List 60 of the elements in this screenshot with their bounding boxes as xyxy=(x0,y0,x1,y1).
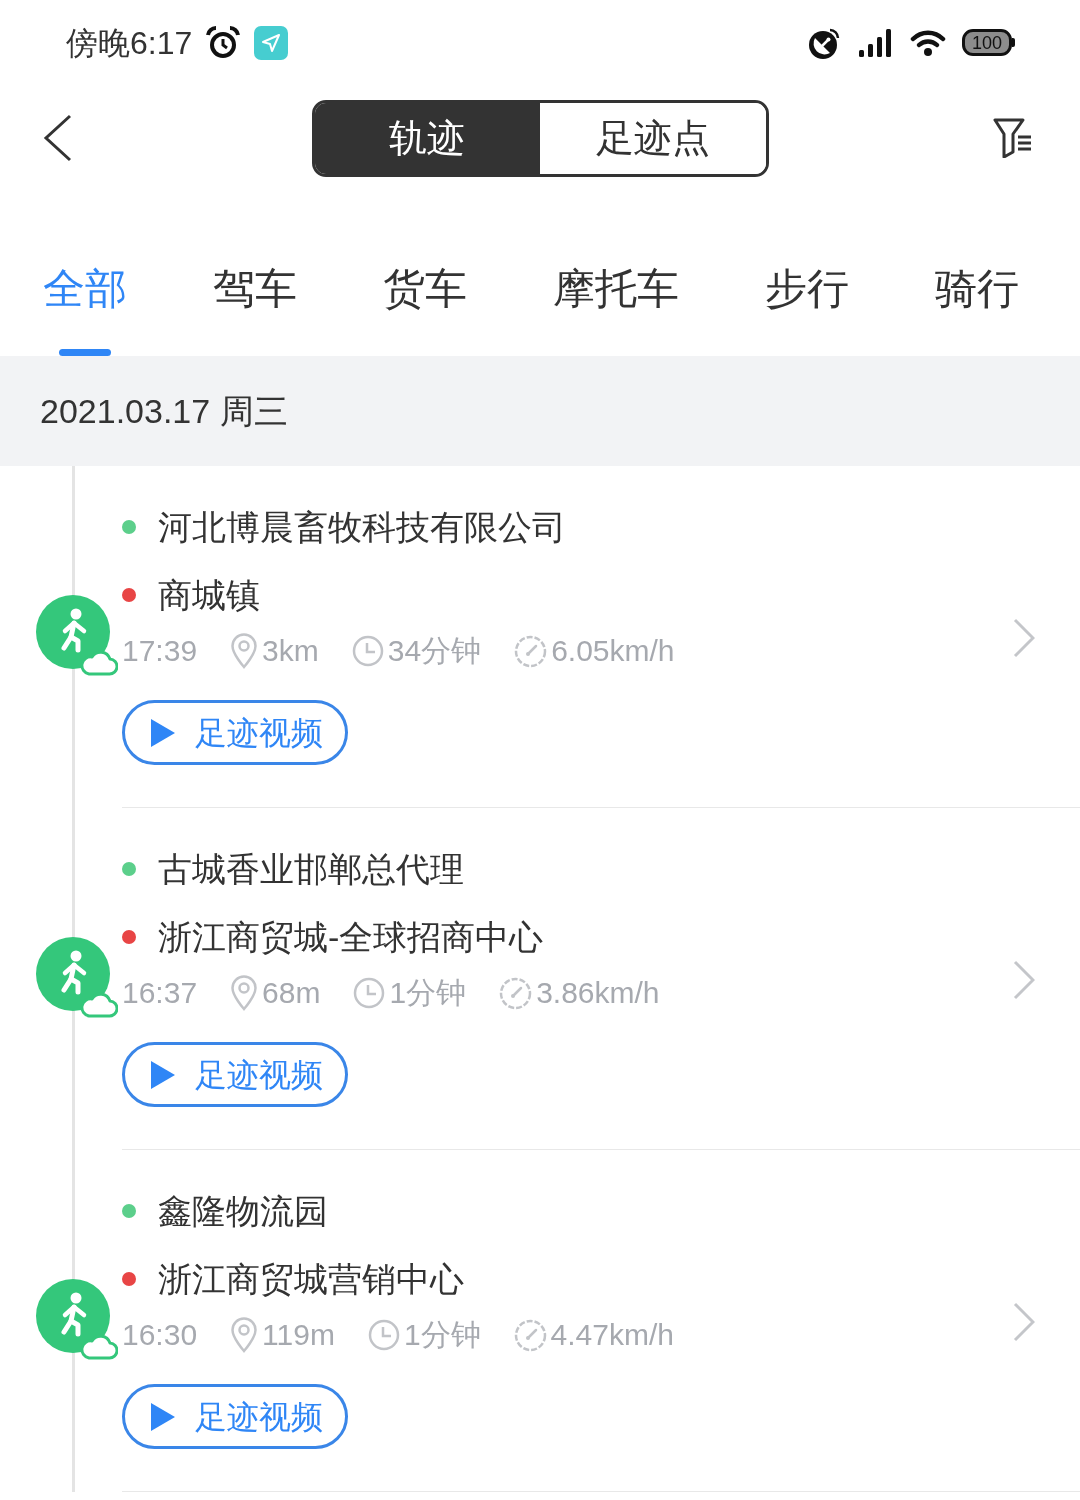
video-button[interactable]: 足迹视频 xyxy=(122,1384,348,1449)
location-pin-icon xyxy=(230,1317,259,1353)
trip-speed: 6.05km/h xyxy=(551,633,675,669)
signal-bars-icon xyxy=(858,27,894,58)
battery-level-text: 100 xyxy=(971,32,1002,53)
category-tab[interactable]: 骑行 xyxy=(935,264,1019,356)
speedometer-icon xyxy=(499,976,533,1010)
play-icon xyxy=(151,718,175,747)
trip-time: 16:37 xyxy=(122,975,198,1011)
clock-icon xyxy=(367,1319,400,1351)
location-dot-icon xyxy=(122,1204,136,1218)
location-pin-icon xyxy=(230,633,259,669)
category-tab[interactable]: 货车 xyxy=(383,264,467,356)
location-dot-icon xyxy=(122,588,136,602)
date-label: 2021.03.17 周三 xyxy=(40,391,288,432)
category-tab[interactable]: 全部 xyxy=(43,264,127,356)
filter-icon[interactable] xyxy=(993,118,1033,158)
clock-icon xyxy=(353,977,386,1009)
location-dot-icon xyxy=(122,862,136,876)
category-tab[interactable]: 步行 xyxy=(765,264,849,356)
walking-person-icon xyxy=(36,595,110,669)
walking-person-icon xyxy=(36,937,110,1011)
location-pin-icon xyxy=(230,975,259,1011)
trip-speed: 3.86km/h xyxy=(536,975,660,1011)
category-tab[interactable]: 摩托车 xyxy=(553,264,679,356)
trip-duration: 1分钟 xyxy=(403,1317,481,1353)
walking-person-icon xyxy=(36,1279,110,1353)
back-icon[interactable] xyxy=(43,113,73,163)
clock-icon xyxy=(351,635,384,667)
trip-duration: 1分钟 xyxy=(389,975,467,1011)
video-button[interactable]: 足迹视频 xyxy=(122,700,348,765)
play-icon xyxy=(151,1402,175,1431)
trip-distance: 3km xyxy=(262,633,319,669)
wifi-icon xyxy=(910,28,946,57)
location-dot-icon xyxy=(122,520,136,534)
place-name: 商城镇 xyxy=(158,575,260,616)
trip-time: 16:30 xyxy=(122,1317,198,1353)
chevron-right-icon xyxy=(1013,618,1035,658)
trip-distance: 119m xyxy=(262,1317,335,1353)
trip-distance: 68m xyxy=(262,975,321,1011)
trip-time: 17:39 xyxy=(122,633,198,669)
place-name: 浙江商贸城营销中心 xyxy=(158,1259,464,1300)
status-time: 傍晚6:17 xyxy=(66,23,193,63)
location-dot-icon xyxy=(122,1272,136,1286)
place-name: 鑫隆物流园 xyxy=(158,1191,328,1232)
speedometer-icon xyxy=(513,1318,547,1352)
trip-speed: 4.47km/h xyxy=(550,1317,674,1353)
play-icon xyxy=(151,1060,175,1089)
location-dot-icon xyxy=(122,930,136,944)
video-button[interactable]: 足迹视频 xyxy=(122,1042,348,1107)
chevron-right-icon xyxy=(1013,960,1035,1000)
speedometer-icon xyxy=(514,634,548,668)
trip-duration: 34分钟 xyxy=(387,633,482,669)
place-name: 古城香业邯郸总代理 xyxy=(158,849,464,890)
alarm-clock-icon xyxy=(206,25,241,60)
category-tab[interactable]: 驾车 xyxy=(213,264,297,356)
chevron-right-icon xyxy=(1013,1302,1035,1342)
segment-tab[interactable]: 轨迹 xyxy=(314,102,540,174)
place-name: 河北博晨畜牧科技有限公司 xyxy=(158,507,566,548)
place-name: 浙江商贸城-全球招商中心 xyxy=(158,917,544,958)
